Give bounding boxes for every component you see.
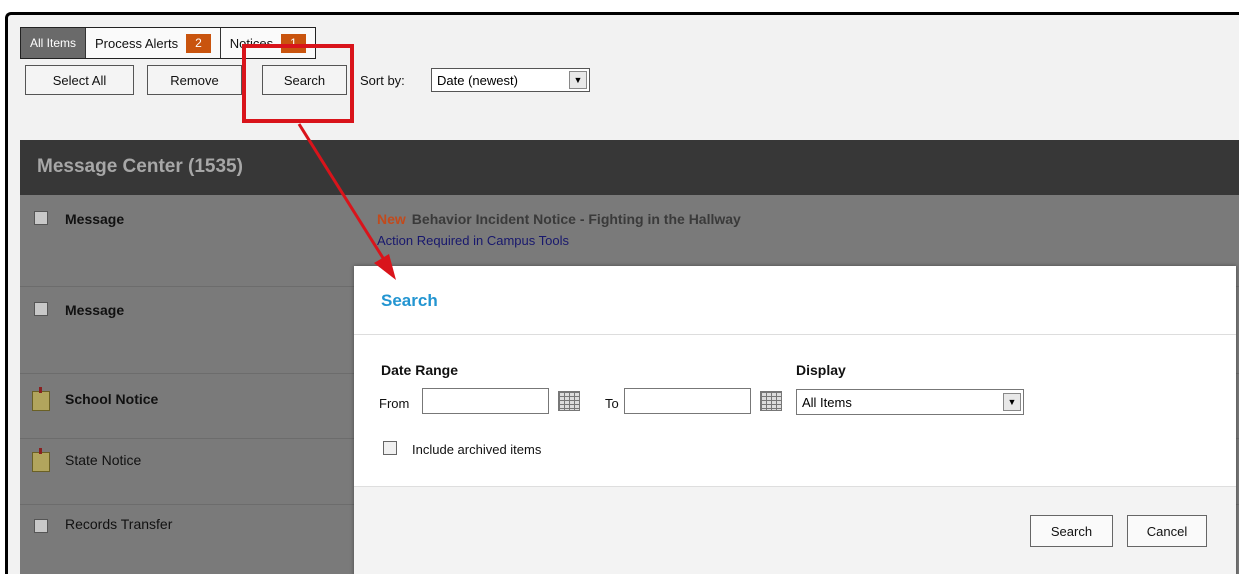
display-select[interactable]: All Items ▼ xyxy=(796,389,1024,415)
message-center-header: Message Center (1535) xyxy=(20,140,1239,195)
chevron-down-icon: ▼ xyxy=(569,71,587,89)
dialog-footer: Search Cancel xyxy=(354,486,1236,574)
include-archived-checkbox[interactable] xyxy=(383,441,397,455)
tab-all-items-label: All Items xyxy=(30,36,77,50)
screenshot-frame: All Items Process Alerts 2 Notices 1 Selec… xyxy=(0,0,1239,574)
sort-select[interactable]: Date (newest) ▼ xyxy=(431,68,590,92)
calendar-icon[interactable] xyxy=(760,391,782,411)
dialog-cancel-button[interactable]: Cancel xyxy=(1127,515,1207,547)
row-label: State Notice xyxy=(65,452,142,468)
tab-process-alerts[interactable]: Process Alerts 2 xyxy=(86,28,221,58)
row-label: Message xyxy=(65,302,125,318)
search-highlight-box xyxy=(242,44,354,123)
tab-process-alerts-label: Process Alerts xyxy=(95,35,179,51)
select-all-button[interactable]: Select All xyxy=(25,65,134,95)
dialog-divider xyxy=(354,334,1236,335)
row-checkbox[interactable] xyxy=(34,519,48,533)
to-date-input[interactable] xyxy=(624,388,751,414)
search-dialog: Search Date Range From To Display All It… xyxy=(354,266,1236,574)
tab-all-items[interactable]: All Items xyxy=(21,28,87,58)
sort-select-value: Date (newest) xyxy=(437,72,518,88)
display-label: Display xyxy=(796,362,846,378)
row-label: Message xyxy=(65,211,125,227)
row-label: Records Transfer xyxy=(65,516,173,532)
app-window: All Items Process Alerts 2 Notices 1 Selec… xyxy=(5,12,1239,574)
display-select-value: All Items xyxy=(802,394,852,410)
row-label: School Notice xyxy=(65,391,159,407)
process-alerts-count-badge: 2 xyxy=(186,33,211,53)
from-date-input[interactable] xyxy=(422,388,549,414)
notice-icon xyxy=(32,387,50,411)
new-tag: New xyxy=(377,211,406,227)
action-required-link[interactable]: Action Required in Campus Tools xyxy=(377,233,569,248)
remove-button[interactable]: Remove xyxy=(147,65,242,95)
sort-by-label: Sort by: xyxy=(360,73,405,88)
include-archived-label: Include archived items xyxy=(412,442,542,457)
message-subject-text: Behavior Incident Notice - Fighting in t… xyxy=(411,211,741,227)
notice-icon xyxy=(32,448,50,472)
calendar-icon[interactable] xyxy=(558,391,580,411)
message-subject[interactable]: New Behavior Incident Notice - Fighting i… xyxy=(377,211,741,227)
dialog-title: Search xyxy=(381,291,438,310)
page-title: Message Center (1535) xyxy=(37,156,243,177)
dialog-search-button[interactable]: Search xyxy=(1030,515,1113,547)
from-label: From xyxy=(379,396,410,411)
to-label: To xyxy=(605,396,619,411)
row-checkbox[interactable] xyxy=(34,302,48,316)
chevron-down-icon: ▼ xyxy=(1003,393,1021,411)
date-range-label: Date Range xyxy=(381,362,459,378)
row-checkbox[interactable] xyxy=(34,211,48,225)
